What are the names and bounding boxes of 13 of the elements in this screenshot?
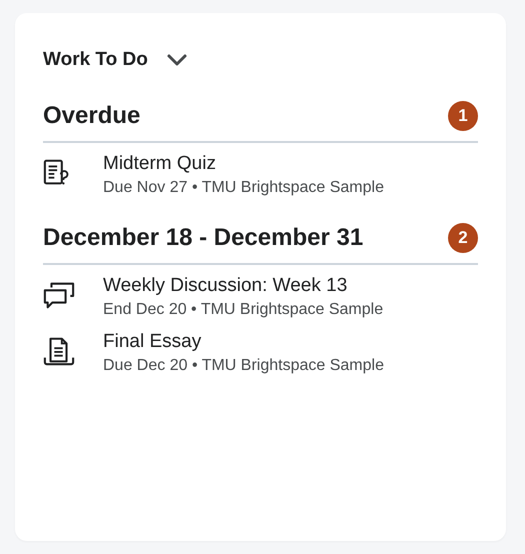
widget-title: Work To Do [43,49,148,71]
item-title[interactable]: Final Essay [103,331,384,353]
assignment-icon [43,335,75,367]
chevron-icon[interactable] [166,53,188,67]
count-badge: 1 [448,101,478,131]
count-badge: 2 [448,223,478,253]
item-details: Due Nov 27 • TMU Brightspace Sample [103,179,384,197]
item-details: Due Dec 20 • TMU Brightspace Sample [103,357,384,375]
item-title[interactable]: Midterm Quiz [103,153,384,175]
section-heading: December 18 - December 31 [43,224,364,252]
item-title[interactable]: Weekly Discussion: Week 13 [103,275,384,297]
item-details: End Dec 20 • TMU Brightspace Sample [103,301,384,319]
section-heading: Overdue [43,102,140,130]
